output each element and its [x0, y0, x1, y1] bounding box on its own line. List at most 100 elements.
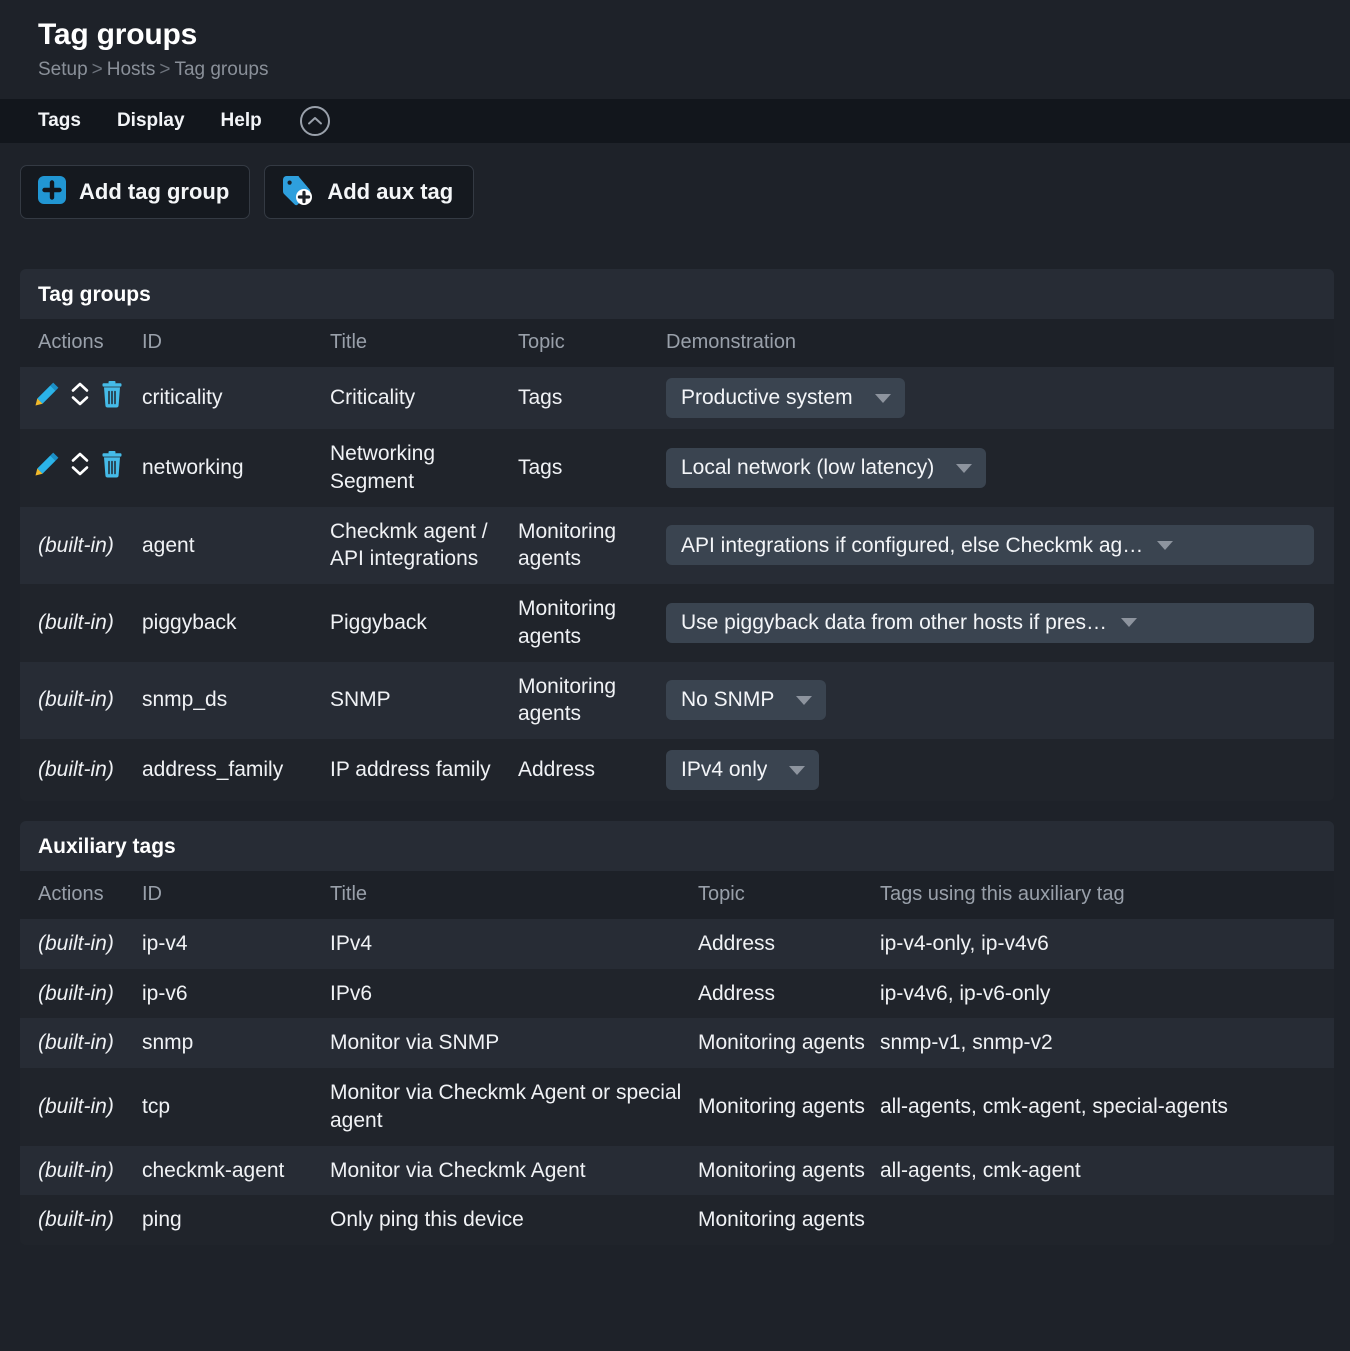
column-header-tags-using: Tags using this auxiliary tag: [880, 871, 1334, 919]
builtin-label: (built-in): [38, 758, 114, 781]
demonstration-dropdown[interactable]: Use piggyback data from other hosts if p…: [666, 603, 1314, 643]
demonstration-dropdown-value: No SNMP: [681, 686, 774, 714]
row-actions: (built-in): [20, 1195, 142, 1245]
auxiliary-tags-section-title: Auxiliary tags: [20, 821, 1334, 871]
table-header-row: Actions ID Title Topic Tags using this a…: [20, 871, 1334, 919]
table-row: (built-in)tcpMonitor via Checkmk Agent o…: [20, 1068, 1334, 1145]
tag-group-title: Piggyback: [330, 584, 518, 661]
chevron-down-icon: [875, 394, 891, 403]
aux-tag-id: ping: [142, 1195, 330, 1245]
sort-updown-icon[interactable]: [69, 379, 91, 417]
plus-square-icon: [37, 175, 67, 210]
aux-tag-tags-using: ip-v4v6, ip-v6-only: [880, 969, 1334, 1019]
aux-tag-tags-using: ip-v4-only, ip-v4v6: [880, 919, 1334, 969]
aux-tag-tags-using: all-agents, cmk-agent, special-agents: [880, 1068, 1334, 1145]
chevron-up-circle-icon[interactable]: [300, 106, 330, 136]
tag-group-topic: Monitoring agents: [518, 584, 666, 661]
aux-tag-topic: Monitoring agents: [698, 1018, 880, 1068]
table-row: networkingNetworking SegmentTagsLocal ne…: [20, 429, 1334, 506]
builtin-label: (built-in): [38, 534, 114, 557]
column-header-id: ID: [142, 871, 330, 919]
builtin-label: (built-in): [38, 1031, 114, 1054]
chevron-down-icon: [1157, 541, 1173, 550]
sort-updown-icon[interactable]: [69, 449, 91, 487]
tag-group-demonstration-cell: Productive system: [666, 367, 1334, 429]
add-aux-tag-label: Add aux tag: [327, 179, 453, 205]
aux-tag-topic: Address: [698, 919, 880, 969]
aux-tag-tags-using: all-agents, cmk-agent: [880, 1146, 1334, 1196]
aux-tag-title: Monitor via Checkmk Agent or special age…: [330, 1068, 698, 1145]
tag-group-title: Checkmk agent / API integrations: [330, 507, 518, 584]
demonstration-dropdown[interactable]: IPv4 only: [666, 750, 819, 790]
chevron-down-icon: [956, 464, 972, 473]
builtin-label: (built-in): [38, 611, 114, 634]
row-actions: [20, 429, 142, 506]
auxiliary-tags-table: Actions ID Title Topic Tags using this a…: [20, 871, 1334, 1245]
column-header-id: ID: [142, 319, 330, 367]
aux-tag-topic: Monitoring agents: [698, 1068, 880, 1145]
builtin-label: (built-in): [38, 688, 114, 711]
tag-groups-section-title: Tag groups: [20, 269, 1334, 319]
column-header-topic: Topic: [518, 319, 666, 367]
tag-group-topic: Tags: [518, 367, 666, 429]
breadcrumb-item-tag-groups[interactable]: Tag groups: [174, 59, 268, 80]
tag-group-title: Networking Segment: [330, 429, 518, 506]
tag-group-demonstration-cell: API integrations if configured, else Che…: [666, 507, 1334, 584]
add-tag-group-button[interactable]: Add tag group: [20, 165, 250, 219]
menu-item-help[interactable]: Help: [221, 110, 284, 132]
builtin-label: (built-in): [38, 1095, 114, 1118]
table-row: (built-in)ip-v4IPv4Addressip-v4-only, ip…: [20, 919, 1334, 969]
aux-tag-id: checkmk-agent: [142, 1146, 330, 1196]
demonstration-dropdown[interactable]: API integrations if configured, else Che…: [666, 525, 1314, 565]
action-toolbar: Add tag group Add aux tag: [0, 143, 1350, 219]
aux-tag-title: Only ping this device: [330, 1195, 698, 1245]
delete-trash-icon[interactable]: [100, 451, 124, 486]
column-header-demonstration: Demonstration: [666, 319, 1334, 367]
menu-item-tags[interactable]: Tags: [38, 110, 103, 132]
tag-group-demonstration-cell: No SNMP: [666, 662, 1334, 739]
breadcrumb-item-setup[interactable]: Setup: [38, 59, 88, 80]
add-aux-tag-button[interactable]: Add aux tag: [264, 165, 474, 219]
demonstration-dropdown-value: API integrations if configured, else Che…: [681, 532, 1143, 560]
tag-group-id: criticality: [142, 367, 330, 429]
page-header: Tag groups Setup>Hosts>Tag groups: [0, 0, 1350, 89]
delete-trash-icon[interactable]: [100, 381, 124, 416]
tag-group-id: networking: [142, 429, 330, 506]
menu-item-display[interactable]: Display: [117, 110, 207, 132]
demonstration-dropdown[interactable]: Local network (low latency): [666, 448, 986, 488]
column-header-topic: Topic: [698, 871, 880, 919]
auxiliary-tags-section: Auxiliary tags Actions ID Title Topic Ta…: [20, 821, 1334, 1245]
edit-pencil-icon[interactable]: [34, 381, 60, 415]
aux-tag-id: ip-v6: [142, 969, 330, 1019]
demonstration-dropdown-value: Local network (low latency): [681, 454, 934, 482]
column-header-actions: Actions: [20, 871, 142, 919]
column-header-title: Title: [330, 319, 518, 367]
table-row: (built-in)address_familyIP address famil…: [20, 739, 1334, 801]
aux-tag-tags-using: snmp-v1, snmp-v2: [880, 1018, 1334, 1068]
tag-group-topic: Monitoring agents: [518, 507, 666, 584]
table-row: (built-in)snmpMonitor via SNMPMonitoring…: [20, 1018, 1334, 1068]
builtin-label: (built-in): [38, 982, 114, 1005]
demonstration-dropdown-value: Use piggyback data from other hosts if p…: [681, 609, 1107, 637]
demonstration-dropdown[interactable]: Productive system: [666, 378, 905, 418]
table-header-row: Actions ID Title Topic Demonstration: [20, 319, 1334, 367]
tag-group-id: piggyback: [142, 584, 330, 661]
table-row: (built-in)pingOnly ping this deviceMonit…: [20, 1195, 1334, 1245]
tag-plus-icon: [281, 174, 315, 211]
tag-group-title: SNMP: [330, 662, 518, 739]
demonstration-dropdown-value: Productive system: [681, 384, 853, 412]
demonstration-dropdown-value: IPv4 only: [681, 756, 767, 784]
tag-group-topic: Monitoring agents: [518, 662, 666, 739]
table-row: (built-in) piggybackPiggybackMonitoring a…: [20, 584, 1334, 661]
breadcrumb-separator: >: [92, 59, 103, 80]
chevron-down-icon: [796, 696, 812, 705]
table-row: criticalityCriticalityTags Productive sys…: [20, 367, 1334, 429]
demonstration-dropdown[interactable]: No SNMP: [666, 680, 826, 720]
breadcrumb-item-hosts[interactable]: Hosts: [107, 59, 156, 80]
tag-group-title: Criticality: [330, 367, 518, 429]
row-actions: [20, 367, 142, 429]
row-actions: (built-in): [20, 1068, 142, 1145]
edit-pencil-icon[interactable]: [34, 451, 60, 485]
aux-tag-topic: Monitoring agents: [698, 1195, 880, 1245]
aux-tag-title: Monitor via SNMP: [330, 1018, 698, 1068]
